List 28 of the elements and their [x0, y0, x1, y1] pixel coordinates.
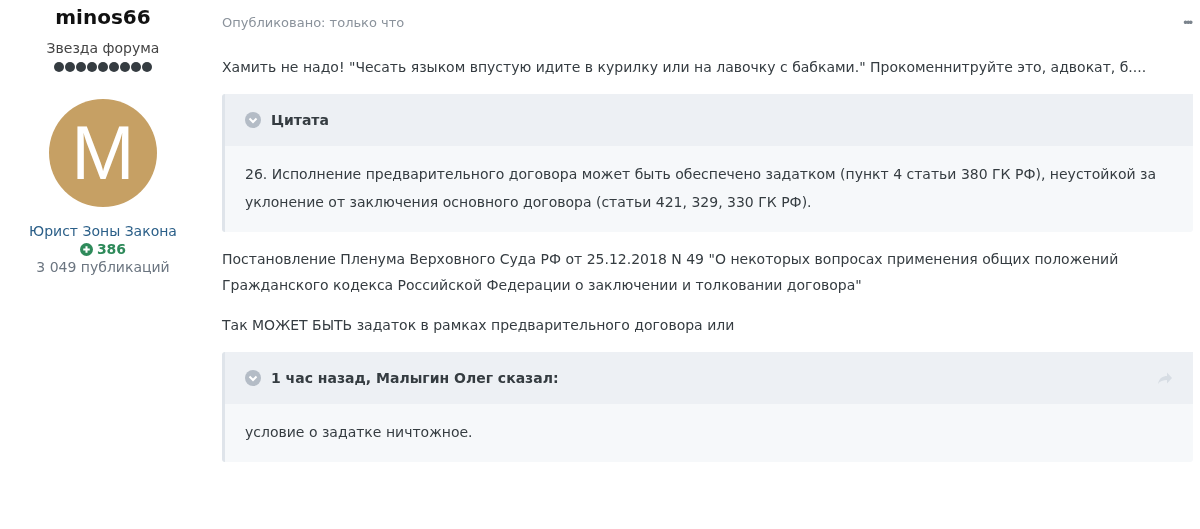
quote-text: 26. Исполнение предварительного договора может быть обеспечено задатком (пункт 4 статьи 380 ГК РФ), неустойкой за уклонение от заключения основного договора (статьи 421, 329, 330 ГК РФ). — [244, 165, 1158, 212]
quote-title: 1 час назад, Малыгин Олег сказал: — [271, 370, 560, 386]
plus-circle-icon — [79, 242, 93, 256]
avatar-letter: M — [71, 115, 135, 191]
avatar[interactable]: M — [49, 99, 157, 207]
rank-dot-icon — [142, 62, 152, 72]
collapse-chevron-icon[interactable] — [245, 112, 261, 128]
rank-dot-icon — [109, 62, 119, 72]
rank-title: Звезда форума — [46, 40, 160, 56]
post-paragraph: Постановление Пленума Верховного Суда РФ от 25.12.2018 N 49 "О некоторых вопросах применения общих положений Гражданского кодекса Российской Федерации о заключении и толковании договора" — [222, 250, 1120, 295]
user-group: Юрист Зоны Закона — [29, 223, 177, 239]
rank-dot-icon — [54, 62, 64, 72]
post-paragraph: Так МОЖЕТ БЫТЬ задаток в рамках предварительного договора или — [222, 316, 736, 335]
rank-dot-icon — [65, 62, 75, 72]
username-link[interactable]: minos66 — [55, 4, 151, 30]
rank-dot-icon — [98, 62, 108, 72]
post-paragraph: Хамить не надо! "Чесать языком впустую идите в курилку или на лавочку с бабками." Прокоменнитруйте это, адвокат, б.... — [222, 58, 1148, 77]
rank-dot-icon — [131, 62, 141, 72]
rank-dot-icon — [87, 62, 97, 72]
post-count: 3 049 публикаций — [36, 259, 170, 275]
reputation-count: 386 — [96, 241, 127, 257]
more-menu-button[interactable]: ••• — [1181, 14, 1193, 30]
rank-dot-icon — [76, 62, 86, 72]
published-date: Опубликовано: только что — [222, 14, 405, 30]
quote-text: условие о задатке ничтожное. — [244, 423, 474, 442]
collapse-chevron-icon[interactable] — [245, 370, 261, 386]
quote-title: Цитата — [271, 112, 330, 128]
rank-dot-icon — [120, 62, 130, 72]
